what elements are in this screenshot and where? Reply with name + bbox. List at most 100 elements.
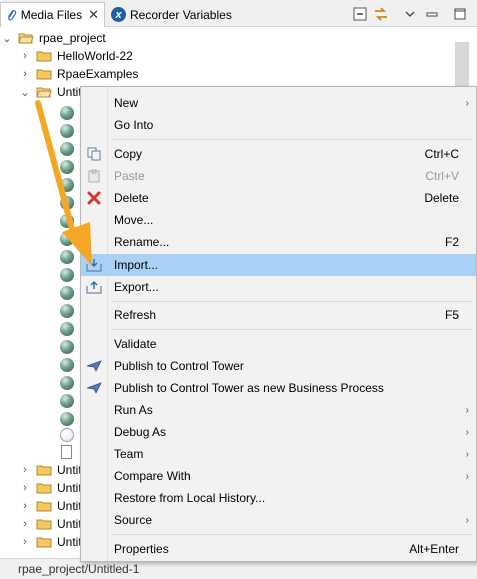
- collapse-all-icon[interactable]: [352, 6, 368, 22]
- menu-item-label: Import...: [114, 258, 159, 272]
- x-variable-icon: x: [111, 7, 126, 22]
- chevron-right-icon: ›: [465, 514, 469, 526]
- chevron-right-icon[interactable]: ›: [20, 533, 30, 551]
- chevron-right-icon[interactable]: ›: [20, 497, 30, 515]
- file-icon[interactable]: [60, 196, 74, 210]
- chevron-down-icon[interactable]: ⌄: [2, 29, 12, 47]
- menu-item-label: Source: [114, 513, 153, 527]
- folder-icon: [36, 465, 52, 476]
- menu-item-paste[interactable]: Paste Ctrl+V: [81, 165, 476, 187]
- menu-item-import[interactable]: Import...: [81, 254, 476, 276]
- document-icon[interactable]: [61, 445, 72, 459]
- menu-item-label: Team: [114, 447, 144, 461]
- menu-item-publish[interactable]: Publish to Control Tower: [81, 355, 476, 377]
- tree-item-folder[interactable]: › Untit: [20, 497, 82, 515]
- menu-item-new[interactable]: New ›: [81, 92, 476, 114]
- chevron-right-icon[interactable]: ›: [20, 515, 30, 533]
- sync-icon[interactable]: [373, 6, 389, 22]
- chevron-right-icon[interactable]: ›: [20, 65, 30, 83]
- menu-item-label: New: [114, 96, 139, 110]
- menu-item-label: Debug As: [114, 425, 167, 439]
- tree-item-label: RpaeExamples: [57, 67, 139, 81]
- chevron-right-icon[interactable]: ›: [20, 47, 30, 65]
- menu-item-go-into[interactable]: Go Into: [81, 114, 476, 136]
- paste-icon: [86, 168, 102, 184]
- menu-item-shortcut: Ctrl+C: [424, 147, 459, 161]
- menu-item-refresh[interactable]: Refresh F5: [81, 304, 476, 326]
- file-icon[interactable]: [60, 250, 74, 264]
- copy-icon: [86, 146, 102, 162]
- menu-item-publish-new-process[interactable]: Publish to Control Tower as new Business…: [81, 377, 476, 399]
- publish-plane-icon: [86, 358, 102, 374]
- close-icon[interactable]: ✕: [88, 7, 99, 23]
- menu-item-compare-with[interactable]: Compare With ›: [81, 465, 476, 487]
- file-icon[interactable]: [60, 106, 74, 120]
- menu-item-team[interactable]: Team ›: [81, 443, 476, 465]
- menu-item-label: Run As: [114, 403, 153, 417]
- file-icon[interactable]: [60, 394, 74, 408]
- folder-icon: [36, 537, 52, 548]
- chevron-right-icon[interactable]: ›: [20, 461, 30, 479]
- tree-item-folder[interactable]: › Untit: [20, 479, 82, 497]
- file-icon[interactable]: [60, 214, 74, 228]
- view-menu-icon[interactable]: [402, 6, 418, 22]
- tree-item-label: Untit: [57, 517, 82, 531]
- file-icon[interactable]: [60, 304, 74, 318]
- file-icon[interactable]: [60, 142, 74, 156]
- file-icon[interactable]: [60, 160, 74, 174]
- menu-item-restore-history[interactable]: Restore from Local History...: [81, 487, 476, 509]
- file-icon[interactable]: [60, 232, 74, 246]
- menu-item-label: Move...: [114, 213, 154, 227]
- folder-icon: [36, 69, 52, 80]
- menu-item-source[interactable]: Source ›: [81, 509, 476, 531]
- chevron-right-icon[interactable]: ›: [20, 479, 30, 497]
- file-icon[interactable]: [60, 376, 74, 390]
- menu-item-run-as[interactable]: Run As ›: [81, 399, 476, 421]
- file-icon[interactable]: [60, 412, 74, 426]
- menu-item-export[interactable]: Export...: [81, 276, 476, 298]
- menu-item-delete[interactable]: Delete Delete: [81, 187, 476, 209]
- menu-item-label: Restore from Local History...: [114, 491, 266, 505]
- tree-item-folder[interactable]: › RpaeExamples: [20, 65, 138, 83]
- menu-item-debug-as[interactable]: Debug As ›: [81, 421, 476, 443]
- tree-item-folder[interactable]: › HelloWorld-22: [20, 47, 133, 65]
- file-icon[interactable]: [60, 322, 74, 336]
- file-icon[interactable]: [60, 124, 74, 138]
- minimize-view-icon[interactable]: [424, 6, 440, 22]
- menu-separator: [111, 301, 472, 302]
- delete-icon: [86, 190, 102, 206]
- menu-item-move[interactable]: Move...: [81, 209, 476, 231]
- menu-item-label: Go Into: [114, 118, 154, 132]
- menu-item-copy[interactable]: Copy Ctrl+C: [81, 143, 476, 165]
- folder-icon: [36, 519, 52, 530]
- menu-item-label: Publish to Control Tower as new Business…: [114, 381, 384, 395]
- empty-file-icon[interactable]: [60, 428, 74, 442]
- tree-item-label: Untit: [57, 535, 82, 549]
- tab-media-files[interactable]: Media Files ✕: [0, 2, 105, 27]
- menu-item-label: Compare With: [114, 469, 191, 483]
- tree-item-folder[interactable]: › Untit: [20, 515, 82, 533]
- paperclip-icon: [8, 9, 17, 21]
- vertical-scrollbar[interactable]: [455, 42, 469, 92]
- menu-item-validate[interactable]: Validate: [81, 333, 476, 355]
- menu-item-properties[interactable]: Properties Alt+Enter: [81, 538, 476, 560]
- file-icon[interactable]: [60, 178, 74, 192]
- file-icon[interactable]: [60, 268, 74, 282]
- chevron-down-icon[interactable]: ⌄: [20, 83, 30, 101]
- menu-item-shortcut: F5: [444, 308, 459, 322]
- tree-item-folder[interactable]: › Untit: [20, 461, 82, 479]
- tree-item-label: Untit: [57, 499, 82, 513]
- tab-recorder-variables[interactable]: x Recorder Variables: [106, 2, 246, 27]
- tree-item-folder[interactable]: › Untit: [20, 533, 82, 551]
- export-icon: [86, 279, 102, 295]
- tab-label: Media Files: [20, 8, 83, 22]
- tab-label: Recorder Variables: [130, 7, 232, 22]
- menu-item-shortcut: Alt+Enter: [409, 542, 459, 556]
- maximize-view-icon[interactable]: [452, 6, 468, 22]
- file-icon[interactable]: [60, 286, 74, 300]
- menu-item-label: Export...: [114, 280, 159, 294]
- menu-item-rename[interactable]: Rename... F2: [81, 231, 476, 253]
- file-icon[interactable]: [60, 340, 74, 354]
- file-icon[interactable]: [60, 358, 74, 372]
- tree-item-project[interactable]: ⌄ rpae_project: [2, 29, 105, 47]
